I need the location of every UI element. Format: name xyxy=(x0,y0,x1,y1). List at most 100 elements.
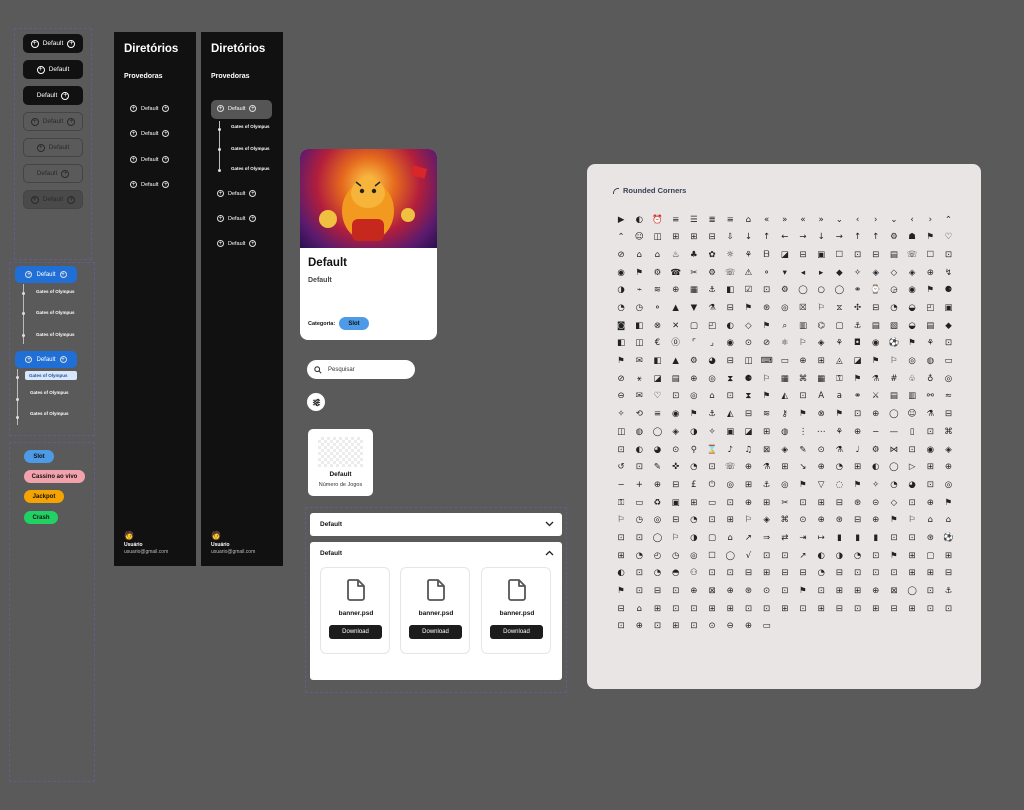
library-icon: ◎ xyxy=(708,373,716,384)
outline-button-icon-right[interactable]: Default + xyxy=(23,164,83,183)
library-icon: ⌃ xyxy=(617,232,625,243)
sidebar-item-active[interactable]: + Default + xyxy=(217,105,257,112)
search-input[interactable]: Pesquisar xyxy=(307,360,415,379)
library-icon: ⊡ xyxy=(672,586,680,597)
icon-grid: ▶ ◐ ⏰ ≡ ☰ ≣ ≡ ⌂ « » « » ⌄ ‹ › ⌄ ‹ › ⌃ ⌃ ☺ ◫ ⊞ ⊞ ⊟ ⇩ ↓ ↑ ← → ↓ → ↑ ↑ ⚙ ☗ ⚑ ♡ ⊘ ⌂… xyxy=(612,211,962,636)
library-icon: ⚑ xyxy=(690,409,698,420)
tag-jackpot[interactable]: Jackpot xyxy=(24,490,64,503)
sidebar-sub-item[interactable]: Gates of Olympus xyxy=(231,124,271,129)
library-icon: ✧ xyxy=(708,426,716,437)
library-icon: ⊟ xyxy=(781,568,789,579)
library-icon: ▭ xyxy=(780,356,789,367)
library-icon: ⚙ xyxy=(708,267,716,278)
tree-item[interactable]: Gates of Olympus xyxy=(30,390,70,395)
library-icon: ▣ xyxy=(671,497,680,508)
tree-item[interactable]: Gates of Olympus xyxy=(30,411,70,416)
outline-button-icon-left[interactable]: + Default xyxy=(23,138,83,157)
library-icon: ▦ xyxy=(689,285,698,296)
library-icon: ◯ xyxy=(834,285,845,296)
button-label: Default xyxy=(48,144,70,151)
library-icon: ⚈ xyxy=(944,285,953,296)
tag-crash[interactable]: Crash xyxy=(24,511,58,524)
library-icon: ⋯ xyxy=(816,426,826,437)
provider-card[interactable]: Default Número de Jogos xyxy=(308,429,373,496)
library-icon: ◑ xyxy=(690,426,698,437)
sidebar-sub-item[interactable]: Gates of Olympus xyxy=(231,166,271,171)
tree-item[interactable]: Gates of Olympus xyxy=(36,332,76,337)
default-button-icon-both[interactable]: + Default + xyxy=(23,34,83,53)
library-icon: ↺ xyxy=(617,462,625,473)
plus-circle-icon: + xyxy=(217,240,224,247)
library-icon: ⚑ xyxy=(762,391,771,402)
library-icon: ▣ xyxy=(817,249,826,260)
library-icon: ◧ xyxy=(726,285,735,296)
library-icon: ⊡ xyxy=(690,621,698,632)
library-icon: ⊡ xyxy=(944,249,953,260)
download-button[interactable]: Download xyxy=(329,625,382,639)
library-icon: ⊟ xyxy=(672,515,680,526)
sidebar-item[interactable]: + Default + xyxy=(130,130,170,137)
sidebar-item[interactable]: + Default + xyxy=(217,190,257,197)
outline-button-icon-both[interactable]: + Default + xyxy=(23,112,83,131)
download-button[interactable]: Download xyxy=(409,625,462,639)
library-icon: ⊡ xyxy=(763,550,771,561)
library-icon: ⊡ xyxy=(617,621,625,632)
category-tag[interactable]: Slot xyxy=(339,317,369,330)
library-icon: ◍ xyxy=(635,426,643,437)
library-icon: ♁ xyxy=(927,373,934,384)
avatar: 🧑 xyxy=(211,531,221,540)
library-icon: ⚈ xyxy=(744,373,753,384)
sidebar-sub-item[interactable]: Gates of Olympus xyxy=(231,146,271,151)
library-icon: ⊡ xyxy=(635,462,643,473)
sidebar-item[interactable]: + Default + xyxy=(130,105,170,112)
library-icon: ⊡ xyxy=(672,391,680,402)
chevron-down-icon xyxy=(545,521,554,527)
library-icon: ◑ xyxy=(690,532,698,543)
tree-toggle-1[interactable]: + Default + xyxy=(15,266,77,283)
plus-circle-icon: + xyxy=(217,215,224,222)
hover-button[interactable]: + Default + xyxy=(23,190,83,209)
sidebar-item[interactable]: + Default + xyxy=(217,240,257,247)
library-icon: ⊘ xyxy=(617,373,625,384)
library-icon: ⊕ xyxy=(926,497,934,508)
library-icon: ⊞ xyxy=(926,568,934,579)
tree-item[interactable]: Gates of Olympus xyxy=(36,289,76,294)
library-icon: ⊖ xyxy=(726,621,734,632)
accordion-collapsed[interactable]: Default xyxy=(310,513,562,536)
tree-item[interactable]: Gates of Olympus xyxy=(36,310,76,315)
library-icon: ⊛ xyxy=(853,497,862,508)
sidebar-item[interactable]: + Default + xyxy=(130,156,170,163)
plus-circle-icon: + xyxy=(59,271,67,278)
tree-toggle-2[interactable]: + Default + xyxy=(15,351,77,368)
library-icon: − xyxy=(872,426,880,437)
library-icon: ⚗ xyxy=(762,462,771,473)
library-icon: ⊞ xyxy=(726,515,734,526)
tag-slot[interactable]: Slot xyxy=(24,450,54,463)
library-icon: ⚭ xyxy=(853,391,862,402)
tag-live-casino[interactable]: Cassino ao vivo xyxy=(24,470,85,483)
library-icon: ⇒ xyxy=(763,532,771,543)
library-icon: ⊘ xyxy=(617,249,625,260)
library-icon: ⊡ xyxy=(690,603,698,614)
tree-item-selected[interactable]: Gates of Olympus xyxy=(25,371,77,380)
default-button-icon-left[interactable]: + Default xyxy=(23,60,83,79)
library-icon: ⚗ xyxy=(708,303,716,314)
file-card: banner.psd Download xyxy=(400,567,470,654)
download-button[interactable]: Download xyxy=(490,625,543,639)
filter-button[interactable] xyxy=(307,393,325,411)
sidebar-item[interactable]: + Default + xyxy=(130,181,170,188)
default-button-icon-right[interactable]: Default + xyxy=(23,86,83,105)
library-icon: ⊕ xyxy=(872,515,880,526)
button-label: Default xyxy=(36,170,58,177)
sidebar-item[interactable]: + Default + xyxy=(217,215,257,222)
library-icon: ⊞ xyxy=(908,603,916,614)
library-icon: ⊕ xyxy=(926,267,934,278)
library-icon: ☼ xyxy=(726,249,735,260)
library-icon: ⊟ xyxy=(744,409,752,420)
library-icon: ⚐ xyxy=(617,515,625,526)
library-icon: ⊘ xyxy=(763,338,771,349)
game-card[interactable]: Default Default Categoria: Slot xyxy=(300,149,437,340)
library-icon: ☏ xyxy=(906,249,918,260)
library-icon: ▤ xyxy=(926,320,935,331)
library-icon: ≡ xyxy=(672,214,680,225)
